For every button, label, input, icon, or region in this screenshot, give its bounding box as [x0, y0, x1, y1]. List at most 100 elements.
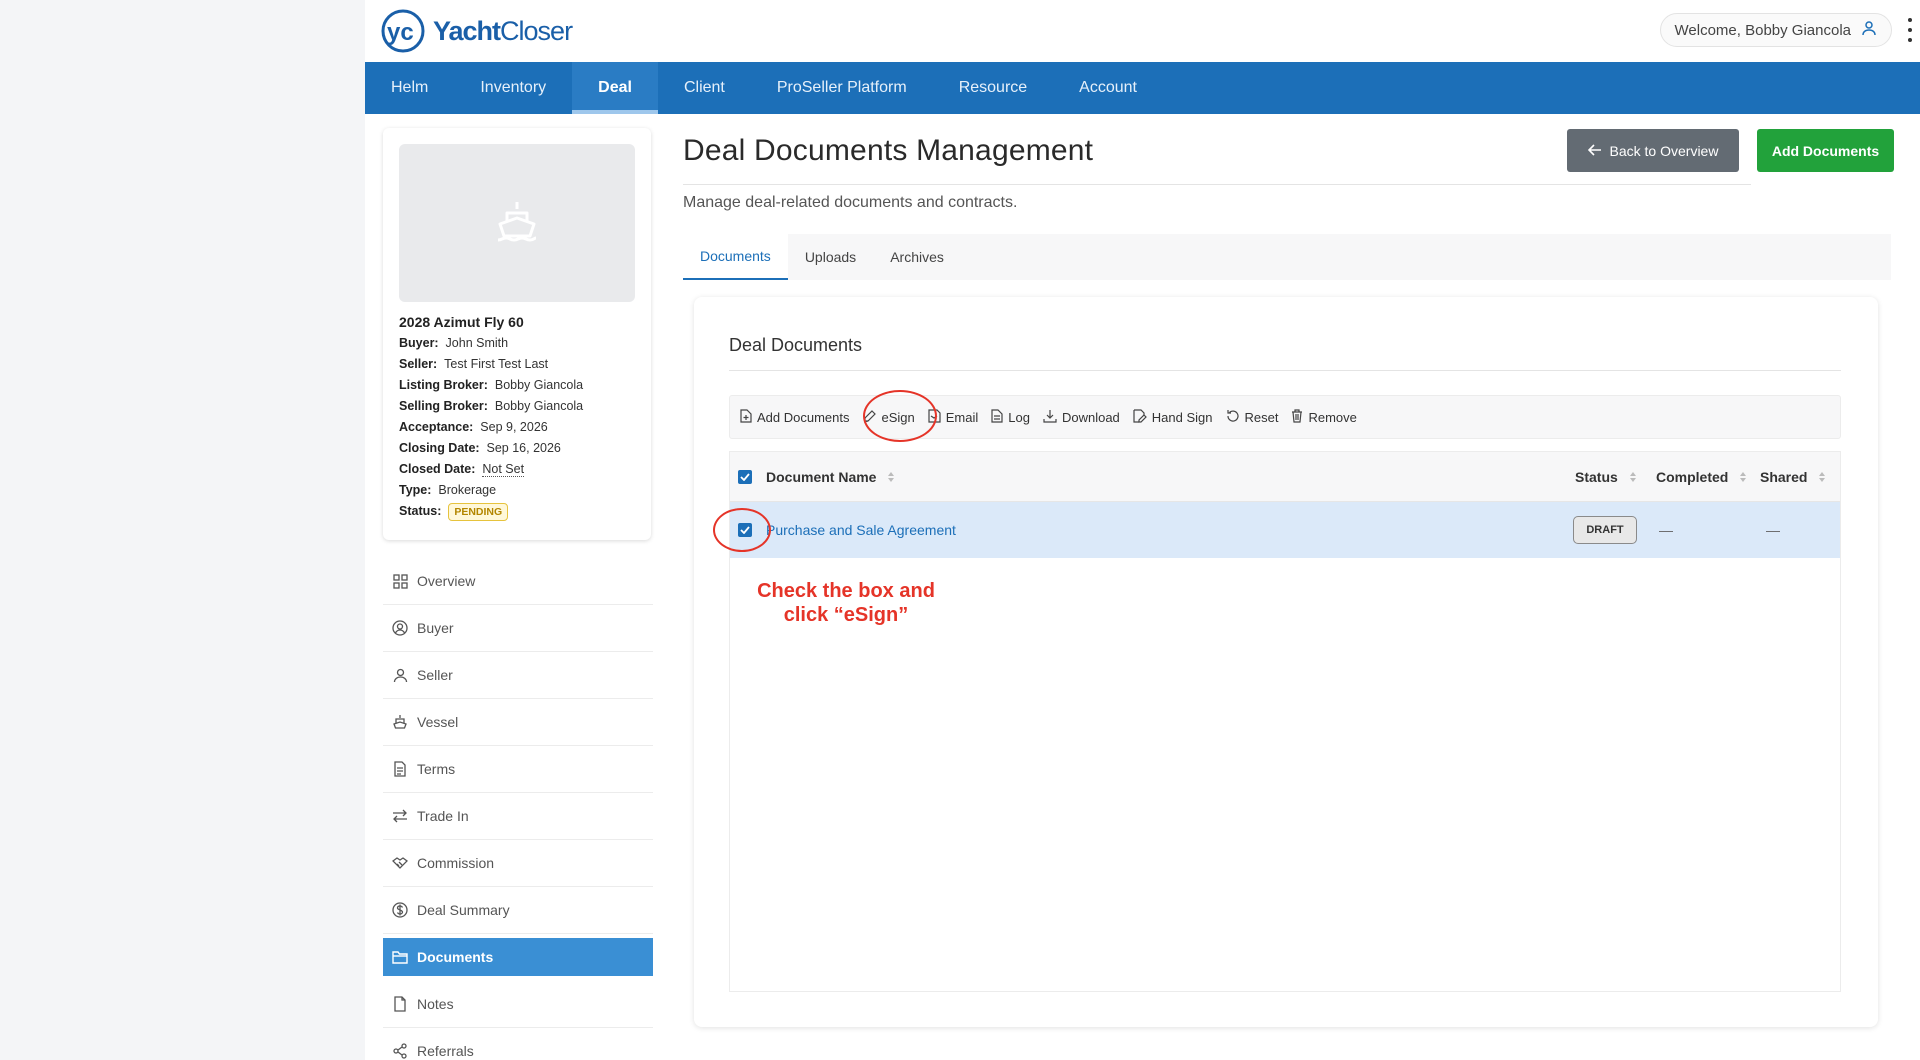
sidebar-item-buyer[interactable]: Buyer	[383, 605, 653, 652]
sidebar-item-trade-in[interactable]: Trade In	[383, 793, 653, 840]
log-tool-button[interactable]: Log	[991, 408, 1030, 426]
tool-label: Reset	[1244, 409, 1279, 425]
deal-field-label: Listing Broker:	[399, 378, 488, 392]
deal-field-row: Closing Date: Sep 16, 2026	[399, 438, 635, 459]
sort-icon	[1740, 471, 1747, 482]
yachtcloser-logo[interactable]: yc YachtCloser	[381, 8, 573, 54]
tab-documents[interactable]: Documents	[683, 234, 788, 280]
add-document-icon	[740, 408, 752, 426]
deal-field-label: Seller:	[399, 357, 438, 371]
top-header: yc YachtCloser Welcome, Bobby Giancola	[365, 0, 1920, 62]
deal-field-value: Not Set	[482, 462, 525, 477]
column-label: Completed	[1656, 468, 1729, 485]
back-to-overview-button[interactable]: Back to Overview	[1567, 129, 1739, 172]
sidebar-item-documents[interactable]: Documents	[383, 938, 653, 976]
download-tool-button[interactable]: Download	[1043, 409, 1120, 426]
tab-uploads[interactable]: Uploads	[788, 234, 873, 280]
ship-icon	[492, 196, 542, 251]
deal-summary-card: 2028 Azimut Fly 60 Buyer: John Smith Sell…	[383, 128, 651, 540]
hand-sign-tool-button[interactable]: Hand Sign	[1133, 408, 1213, 426]
note-icon	[391, 995, 409, 1013]
document-link[interactable]: Purchase and Sale Agreement	[766, 522, 956, 538]
user-menu[interactable]: Welcome, Bobby Giancola	[1659, 13, 1892, 47]
deal-field-label: Type:	[399, 483, 432, 497]
more-options-icon[interactable]	[1906, 18, 1914, 42]
sidebar-item-commission[interactable]: Commission	[383, 840, 653, 887]
document-name-cell: Purchase and Sale Agreement	[766, 502, 956, 558]
remove-tool-button[interactable]: Remove	[1291, 408, 1357, 426]
tool-label: Download	[1061, 409, 1120, 425]
logo-text-thin: Closer	[500, 15, 573, 46]
document-icon	[391, 760, 409, 778]
grid-icon	[391, 572, 409, 590]
column-status[interactable]: Status	[1575, 452, 1636, 501]
deal-field-value: Bobby Giancola	[494, 399, 584, 413]
add-documents-button[interactable]: Add Documents	[1757, 129, 1894, 172]
tool-label: Add Documents	[757, 409, 850, 425]
sidebar-item-overview[interactable]: Overview	[383, 558, 653, 605]
panel-title: Deal Documents	[729, 335, 863, 355]
nav-item-resource[interactable]: Resource	[933, 62, 1053, 114]
esign-pen-icon	[863, 409, 877, 426]
sidebar-item-terms[interactable]: Terms	[383, 746, 653, 793]
handshake-icon	[391, 854, 409, 872]
deal-documents-panel: Deal Documents Add Documents eSign Email Lo…	[694, 297, 1878, 1027]
deal-field-row: Seller: Test First Test Last	[399, 354, 635, 375]
deal-field-value: John Smith	[445, 336, 509, 350]
add-documents-tool-button[interactable]: Add Documents	[740, 408, 850, 426]
nav-item-client[interactable]: Client	[658, 62, 751, 114]
table-row[interactable]: Purchase and Sale Agreement DRAFT — —	[730, 502, 1840, 558]
sidebar-item-referrals[interactable]: Referrals	[383, 1028, 653, 1060]
column-completed[interactable]: Completed	[1656, 452, 1747, 501]
sidebar-item-notes[interactable]: Notes	[383, 981, 653, 1028]
deal-side-nav: Overview Buyer Seller Vessel Terms Trade In Co…	[383, 558, 653, 1060]
page-subtitle: Manage deal-related documents and contra…	[683, 194, 1018, 211]
sort-icon	[1819, 471, 1826, 482]
deal-field-value: Brokerage	[438, 483, 497, 497]
back-button-label: Back to Overview	[1609, 142, 1719, 159]
deal-field-value: Sep 9, 2026	[480, 420, 548, 434]
ship-icon	[391, 713, 409, 731]
sidebar-item-label: Deal Summary	[417, 902, 510, 918]
nav-item-proseller-platform[interactable]: ProSeller Platform	[751, 62, 933, 114]
sidebar-item-seller[interactable]: Seller	[383, 652, 653, 699]
nav-item-inventory[interactable]: Inventory	[454, 62, 572, 114]
tab-archives[interactable]: Archives	[873, 234, 961, 280]
email-tool-button[interactable]: Email	[928, 408, 978, 426]
row-checkbox[interactable]	[738, 523, 752, 537]
download-icon	[1043, 409, 1057, 426]
column-document-name[interactable]: Document Name	[766, 452, 895, 501]
select-all-checkbox[interactable]	[738, 469, 752, 484]
page-title: Deal Documents Management	[683, 134, 1094, 167]
arrow-left-icon	[1587, 143, 1602, 159]
column-label: Document Name	[766, 468, 877, 485]
status-badge: PENDING	[448, 503, 509, 521]
header-select-all	[738, 452, 752, 501]
document-tabs: Documents Uploads Archives	[683, 234, 1891, 280]
sidebar-item-label: Commission	[417, 855, 495, 871]
tool-label: Hand Sign	[1151, 409, 1213, 425]
sidebar-item-vessel[interactable]: Vessel	[383, 699, 653, 746]
vessel-image-placeholder	[399, 144, 635, 302]
deal-field-row: Buyer: John Smith	[399, 333, 635, 354]
user-circle-icon	[391, 619, 409, 637]
nav-item-account[interactable]: Account	[1053, 62, 1163, 114]
nav-item-helm[interactable]: Helm	[365, 62, 454, 114]
deal-field-label: Closing Date:	[399, 441, 480, 455]
deal-field-row: Closed Date: Not Set	[399, 459, 635, 480]
reset-tool-button[interactable]: Reset	[1226, 409, 1279, 426]
column-shared[interactable]: Shared	[1760, 452, 1826, 501]
title-divider	[683, 184, 1751, 185]
nav-item-deal[interactable]: Deal	[572, 62, 658, 114]
panel-divider	[729, 370, 1841, 371]
esign-tool-button[interactable]: eSign	[863, 409, 915, 426]
deal-field-label: Acceptance:	[399, 420, 474, 434]
folder-icon	[391, 948, 409, 966]
log-icon	[991, 408, 1003, 426]
swap-icon	[391, 807, 409, 825]
add-documents-label: Add Documents	[1771, 142, 1880, 159]
completed-cell: —	[1659, 502, 1673, 558]
sidebar-item-deal-summary[interactable]: Deal Summary	[383, 887, 653, 934]
documents-grid: Document Name Status Completed Shared Pu…	[729, 451, 1841, 992]
share-icon	[391, 1042, 409, 1060]
